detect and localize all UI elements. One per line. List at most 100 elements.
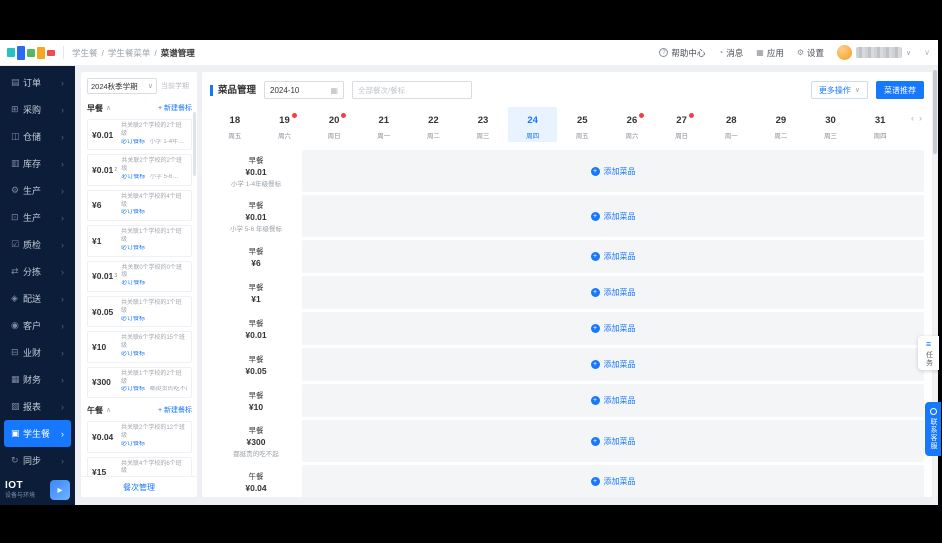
sidebar-item[interactable]: ⊞ 采购 › bbox=[4, 96, 71, 123]
standard-type-link[interactable]: 必订餐标 bbox=[121, 351, 145, 357]
sidebar-item[interactable]: ▤ 订单 › bbox=[4, 69, 71, 96]
standard-type-link[interactable]: 必订餐标 bbox=[121, 441, 145, 447]
sidebar-item[interactable]: ▣ 学生餐 › bbox=[4, 420, 71, 447]
meal-name: 早餐 bbox=[248, 200, 264, 210]
calendar-day-cell[interactable]: 31 周四 bbox=[855, 107, 905, 142]
sidebar-item[interactable]: ⇄ 分拣 › bbox=[4, 258, 71, 285]
calendar-day-cell[interactable]: 24 周四 bbox=[507, 107, 558, 142]
sidebar-item[interactable]: ▦ 财务 › bbox=[4, 366, 71, 393]
sidebar-item-label: 业财 bbox=[23, 348, 42, 358]
semester-select[interactable]: 2024秋季学期 ∨ bbox=[87, 78, 157, 94]
plus-icon: + bbox=[590, 252, 600, 261]
calendar-day-cell[interactable]: 27 周日 bbox=[657, 107, 707, 142]
meal-standard-card[interactable]: ¥0.01 3 共关联0个学校的0个班级 必订餐标 bbox=[87, 260, 192, 292]
user-menu[interactable]: ∨ bbox=[837, 45, 911, 60]
recipe-recommend-button[interactable]: 菜谱推荐 bbox=[876, 81, 924, 99]
add-dish-button[interactable]: + 添加菜品 bbox=[590, 436, 636, 447]
meal-price: ¥1 bbox=[251, 293, 261, 304]
sidebar-item-label: 学生餐 bbox=[23, 429, 51, 439]
calendar-day-cell[interactable]: 30 周三 bbox=[806, 107, 856, 142]
collapse-caret-icon[interactable]: ∨ bbox=[924, 48, 930, 57]
add-dish-button[interactable]: + 添加菜品 bbox=[590, 359, 636, 370]
next-icon[interactable]: › bbox=[919, 113, 922, 123]
standard-type-link[interactable]: 必订餐标 bbox=[121, 245, 145, 251]
meal-filter bbox=[352, 81, 473, 99]
standard-type-link[interactable]: 必订餐标 bbox=[121, 386, 145, 392]
calendar-day-cell[interactable]: 23 周三 bbox=[458, 107, 508, 142]
sidebar-item[interactable]: ⚙ 生产 › bbox=[4, 177, 71, 204]
meal-standard-card[interactable]: ¥300 共关联1个学校的2个班级 必订餐标 都挺贵的吃不起 bbox=[87, 366, 192, 399]
add-dish-button[interactable]: + 添加菜品 bbox=[590, 211, 636, 222]
add-dish-button[interactable]: + 添加菜品 bbox=[590, 395, 636, 406]
breadcrumb-item[interactable]: 学生餐菜单 bbox=[108, 47, 151, 59]
meal-note: 小学 1-4年级餐标 bbox=[230, 180, 282, 188]
dish-row-meal-info: 早餐 ¥300 都挺贵的吃不起 bbox=[210, 420, 302, 462]
section-title: 早餐 bbox=[87, 103, 103, 113]
semester-row: 2024秋季学期 ∨ 当前学期 bbox=[87, 78, 192, 94]
more-actions-button[interactable]: 更多操作 ∨ bbox=[810, 81, 868, 99]
meal-standard-card[interactable]: ¥0.04 共关联2个学校的12个班级 必订餐标 bbox=[87, 421, 192, 453]
standard-type-link[interactable]: 必订餐标 bbox=[121, 139, 145, 145]
meal-standard-card[interactable]: ¥6 共关联4个学校的4个班级 必订餐标 bbox=[87, 189, 192, 222]
new-standard-link[interactable]: + 新建餐标 bbox=[158, 405, 192, 415]
add-dish-button[interactable]: + 添加菜品 bbox=[590, 323, 636, 334]
meal-times-link[interactable]: 餐次管理 bbox=[81, 476, 197, 497]
calendar-day-cell[interactable]: 19 周六 bbox=[260, 107, 310, 142]
scrollbar-thumb[interactable] bbox=[933, 70, 937, 154]
meal-standard-card[interactable]: ¥10 共关联6个学校的15个班级 必订餐标 bbox=[87, 331, 192, 363]
calendar-day-cell[interactable]: 25 周五 bbox=[557, 107, 607, 142]
add-dish-button[interactable]: + 添加菜品 bbox=[590, 476, 636, 487]
new-standard-link[interactable]: + 新建餐标 bbox=[158, 103, 192, 113]
meal-standard-card[interactable]: ¥0.01 2 共关联2个学校的2个班级 必订餐标 小学 5-6… bbox=[87, 154, 192, 186]
section-toggle[interactable]: 午餐 ∧ bbox=[87, 405, 111, 416]
prev-icon[interactable]: ‹ bbox=[911, 113, 914, 123]
dish-slot: + 添加菜品 bbox=[302, 276, 924, 309]
tasks-floating-button[interactable]: ≡ 任务 bbox=[918, 336, 939, 370]
sidebar-item[interactable]: ◈ 配送 › bbox=[4, 285, 71, 312]
sidebar-item[interactable]: ☑ 质检 › bbox=[4, 231, 71, 258]
dish-management-panel: 菜品管理 2024-10 ▦ 更多操作 ∨ 菜谱推荐 18 周五 bbox=[202, 72, 932, 497]
sidebar-item[interactable]: ▧ 报表 › bbox=[4, 393, 71, 420]
dish-row-meal-info: 早餐 ¥1 bbox=[210, 276, 302, 309]
sidebar-item-icon: ↻ bbox=[11, 455, 19, 465]
sidebar-item[interactable]: ⊟ 业财 › bbox=[4, 339, 71, 366]
standard-type-link[interactable]: 必订餐标 bbox=[121, 209, 145, 215]
sidebar-item[interactable]: ⊡ 生产 › bbox=[4, 204, 71, 231]
apps-grid-icon: ▦ bbox=[756, 47, 764, 57]
meal-standard-card[interactable]: ¥0.01 共关联2个学校的2个班级 必订餐标 小学 1-4年… bbox=[87, 119, 192, 151]
support-chat-icon[interactable]: ▸ bbox=[50, 480, 70, 500]
help-center-button[interactable]: ? 帮助中心 bbox=[659, 47, 705, 59]
meal-filter-input[interactable] bbox=[358, 85, 467, 95]
calendar-day-cell[interactable]: 22 周二 bbox=[409, 107, 459, 142]
sidebar-item[interactable]: ▥ 库存 › bbox=[4, 150, 71, 177]
settings-button[interactable]: ⚙ 设置 bbox=[797, 47, 824, 59]
calendar-day-cell[interactable]: 20 周日 bbox=[309, 107, 359, 142]
contact-support-button[interactable]: 联系客服 bbox=[925, 402, 941, 456]
add-dish-button[interactable]: + 添加菜品 bbox=[590, 251, 636, 262]
panel-scrollbar[interactable] bbox=[193, 112, 196, 176]
sidebar-item[interactable]: ◫ 仓储 › bbox=[4, 123, 71, 150]
standard-type-link[interactable]: 必订餐标 bbox=[121, 316, 145, 322]
dish-row-meal-info: 早餐 ¥0.05 bbox=[210, 348, 302, 381]
messages-button[interactable]: ◔ 消息 bbox=[718, 47, 743, 59]
month-picker[interactable]: 2024-10 ▦ bbox=[264, 81, 345, 99]
calendar-day-cell[interactable]: 21 周一 bbox=[359, 107, 409, 142]
sidebar-item[interactable]: ↻ 同步 › bbox=[4, 447, 71, 474]
section-toggle[interactable]: 早餐 ∧ bbox=[87, 103, 111, 114]
apps-button[interactable]: ▦ 应用 bbox=[756, 47, 784, 59]
calendar-day-cell[interactable]: 28 周一 bbox=[706, 107, 756, 142]
standard-links: 必订餐标 小学 1-4年… bbox=[121, 139, 187, 147]
calendar-day-cell[interactable]: 29 周二 bbox=[756, 107, 806, 142]
add-dish-label: 添加菜品 bbox=[603, 436, 636, 446]
meal-name: 早餐 bbox=[248, 390, 264, 400]
meal-standard-card[interactable]: ¥0.05 共关联1个学校的1个班级 必订餐标 bbox=[87, 295, 192, 328]
calendar-day-cell[interactable]: 18 周五 bbox=[210, 107, 260, 142]
standard-type-link[interactable]: 必订餐标 bbox=[121, 174, 145, 180]
calendar-day-cell[interactable]: 26 周六 bbox=[607, 107, 657, 142]
sidebar-item[interactable]: ◉ 客户 › bbox=[4, 312, 71, 339]
add-dish-button[interactable]: + 添加菜品 bbox=[590, 166, 636, 177]
add-dish-button[interactable]: + 添加菜品 bbox=[590, 287, 636, 298]
breadcrumb-item[interactable]: 学生餐 bbox=[72, 47, 98, 59]
standard-type-link[interactable]: 必订餐标 bbox=[121, 280, 145, 286]
meal-standard-card[interactable]: ¥1 共关联1个学校的1个班级 必订餐标 bbox=[87, 225, 192, 257]
